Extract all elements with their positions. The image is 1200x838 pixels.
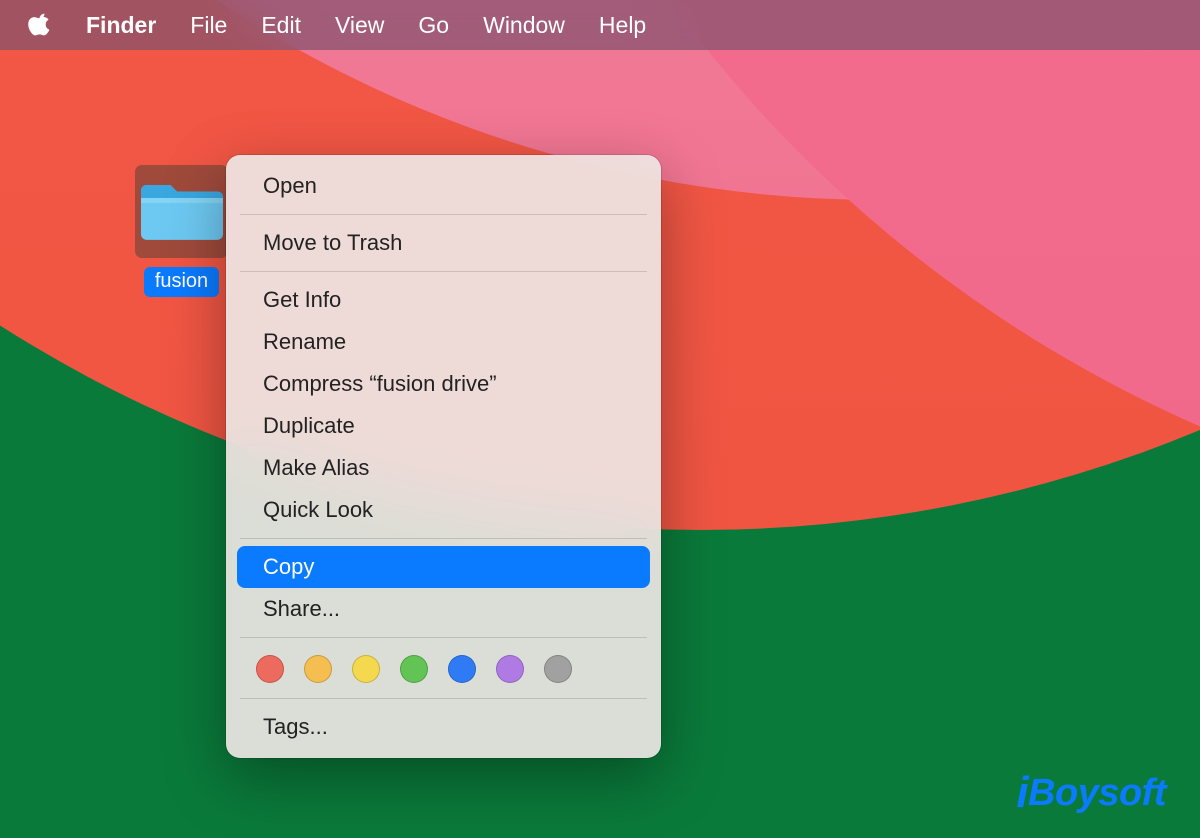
menu-divider bbox=[240, 214, 647, 215]
tag-color-dot[interactable] bbox=[256, 655, 284, 683]
watermark: iBoysoft bbox=[1016, 768, 1166, 818]
menubar-item-view[interactable]: View bbox=[335, 12, 384, 39]
context-item-make-alias[interactable]: Make Alias bbox=[237, 447, 650, 489]
context-item-copy[interactable]: Copy bbox=[237, 546, 650, 588]
menu-divider bbox=[240, 637, 647, 638]
tag-color-dot[interactable] bbox=[400, 655, 428, 683]
menubar-item-edit[interactable]: Edit bbox=[261, 12, 301, 39]
context-item-get-info[interactable]: Get Info bbox=[237, 279, 650, 321]
desktop-folder-fusion-drive[interactable]: fusion bbox=[135, 165, 228, 297]
menubar-item-go[interactable]: Go bbox=[418, 12, 449, 39]
tag-color-dot[interactable] bbox=[448, 655, 476, 683]
desktop-folder-label: fusion bbox=[144, 267, 219, 297]
context-item-quick-look[interactable]: Quick Look bbox=[237, 489, 650, 531]
menubar-item-window[interactable]: Window bbox=[483, 12, 565, 39]
menu-divider bbox=[240, 538, 647, 539]
tag-color-dot[interactable] bbox=[496, 655, 524, 683]
context-item-rename[interactable]: Rename bbox=[237, 321, 650, 363]
context-menu: Open Move to Trash Get InfoRenameCompress … bbox=[226, 155, 661, 758]
folder-tile bbox=[135, 165, 228, 258]
tag-color-dot[interactable] bbox=[352, 655, 380, 683]
folder-icon bbox=[141, 180, 223, 244]
menubar-item-help[interactable]: Help bbox=[599, 12, 646, 39]
menu-divider bbox=[240, 698, 647, 699]
apple-logo-icon[interactable] bbox=[28, 11, 52, 39]
tag-color-row bbox=[226, 645, 661, 691]
context-item-share[interactable]: Share... bbox=[237, 588, 650, 630]
context-item-tags[interactable]: Tags... bbox=[237, 706, 650, 748]
menu-divider bbox=[240, 271, 647, 272]
tag-color-dot[interactable] bbox=[304, 655, 332, 683]
tag-color-dot[interactable] bbox=[544, 655, 572, 683]
context-item-compress[interactable]: Compress “fusion drive” bbox=[237, 363, 650, 405]
context-item-open[interactable]: Open bbox=[237, 165, 650, 207]
context-item-duplicate[interactable]: Duplicate bbox=[237, 405, 650, 447]
menubar: Finder File Edit View Go Window Help bbox=[0, 0, 1200, 50]
menubar-app-name[interactable]: Finder bbox=[86, 12, 156, 39]
menubar-item-file[interactable]: File bbox=[190, 12, 227, 39]
context-item-move-to-trash[interactable]: Move to Trash bbox=[237, 222, 650, 264]
